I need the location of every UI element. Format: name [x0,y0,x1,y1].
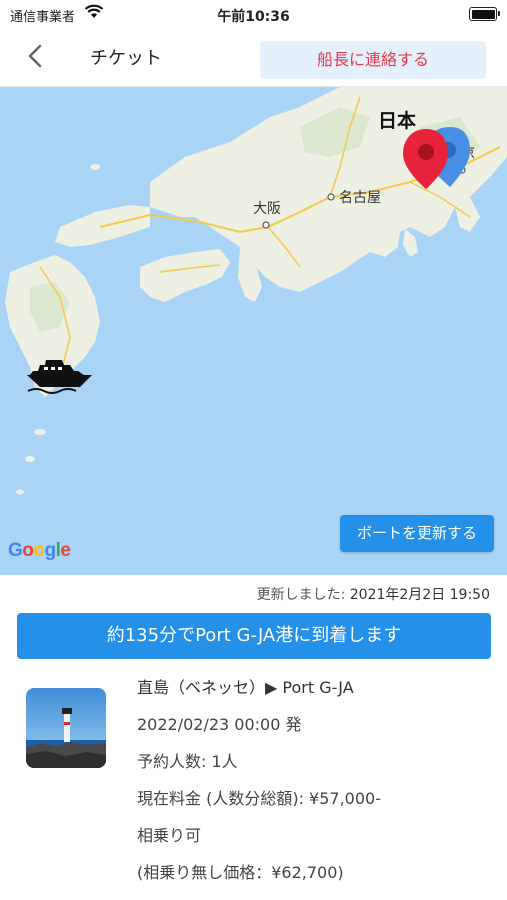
page-title: チケット [90,48,162,69]
google-logo-letter: g [44,540,57,561]
ticket-info: 直島（ベネッセ）▶ Port G-JA 2022/02/23 00:00 発 予… [137,676,381,898]
battery-icon [469,7,500,21]
ticket-route: 直島（ベネッセ）▶ Port G-JA [137,678,354,697]
map-view[interactable]: 大阪 名古屋 東京 日本 Google ボートを更新する [0,87,507,575]
last-updated: 更新しました: 2021年2月2日 19:50 [257,584,490,604]
japan-label: 日本 [378,109,416,132]
osaka-label: 大阪 [253,201,281,217]
map-canvas: 大阪 名古屋 東京 日本 [0,87,507,575]
chevron-left-icon[interactable] [22,42,52,72]
google-logo: Google [8,540,71,562]
battery-fill [471,9,495,19]
nagoya-marker [327,193,335,201]
status-time: 午前10:36 [217,9,290,25]
updated-label: 更新しました: [256,587,346,603]
price-without-rideshare: (相乗り無し価格：¥62,700) [137,863,344,882]
port-thumbnail [26,688,106,768]
osaka-marker [262,221,270,229]
google-logo-letter: G [8,540,23,561]
update-boat-button[interactable]: ボートを更新する [340,515,494,552]
contact-captain-button[interactable]: 船長に連絡する [260,41,486,79]
passenger-count: 予約人数: 1人 [137,752,238,771]
status-bar: 通信事業者 午前10:36 [0,0,507,30]
updated-value: 2021年2月2日 19:50 [349,587,490,603]
rideshare-status: 相乗り可 [137,826,202,845]
arrival-estimate-banner[interactable]: 約135分でPort G-JA港に到着します [17,613,491,659]
current-fare: 現在料金 (人数分総額): ¥57,000- [137,789,381,808]
nav-bar: チケット 船長に連絡する [0,30,507,87]
google-logo-letter: o [33,540,45,561]
google-logo-letter: e [60,540,71,561]
departure-time: 2022/02/23 00:00 発 [137,715,302,734]
google-logo-letter: o [22,540,34,561]
nagoya-label: 名古屋 [339,190,381,206]
